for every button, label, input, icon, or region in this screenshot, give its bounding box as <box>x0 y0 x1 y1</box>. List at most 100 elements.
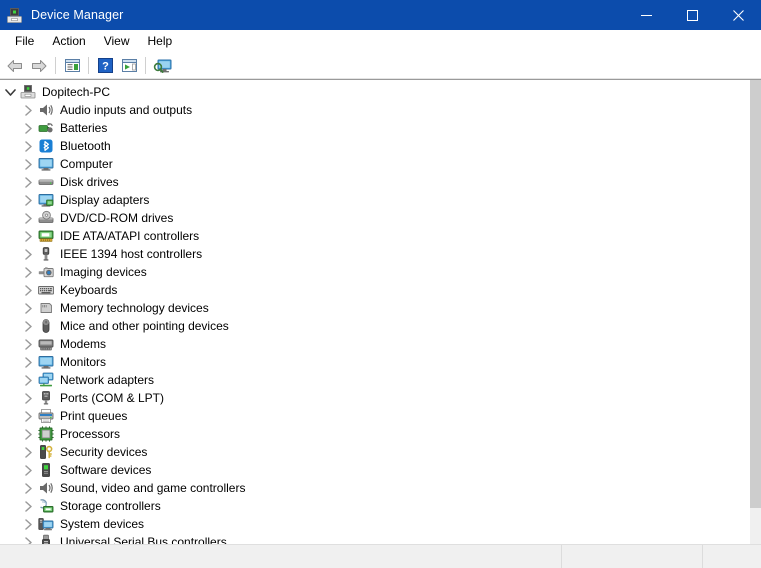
menu-file[interactable]: File <box>6 31 43 52</box>
chevron-right-icon[interactable] <box>20 444 36 460</box>
tree-node-label: Bluetooth <box>60 139 111 153</box>
tree-node[interactable]: IDE ATA/ATAPI controllers <box>0 227 743 245</box>
tree-node[interactable]: Processors <box>0 425 743 443</box>
tree-node-label: Universal Serial Bus controllers <box>60 535 227 544</box>
device-tree[interactable]: Dopitech-PC Audio inputs and outputs Batte… <box>0 80 743 544</box>
forward-arrow-icon <box>30 58 48 74</box>
device-manager-icon <box>6 7 23 24</box>
chevron-right-icon[interactable] <box>20 192 36 208</box>
monitor-icon <box>38 354 54 370</box>
firewire-icon <box>38 246 54 262</box>
tree-node[interactable]: Universal Serial Bus controllers <box>0 533 743 544</box>
tree-node[interactable]: System devices <box>0 515 743 533</box>
chevron-right-icon[interactable] <box>20 480 36 496</box>
printer-icon <box>38 408 54 424</box>
menu-action[interactable]: Action <box>43 31 94 52</box>
title-bar: Device Manager <box>0 0 761 30</box>
maximize-button[interactable] <box>669 0 715 30</box>
tree-node[interactable]: Memory technology devices <box>0 299 743 317</box>
chevron-right-icon[interactable] <box>20 228 36 244</box>
tree-node[interactable]: Computer <box>0 155 743 173</box>
svg-text:?: ? <box>102 61 109 73</box>
toolbar-properties-button[interactable] <box>60 55 84 77</box>
tree-node[interactable]: Security devices <box>0 443 743 461</box>
tree-node[interactable]: Software devices <box>0 461 743 479</box>
tree-node[interactable]: Modems <box>0 335 743 353</box>
tree-node-label: Mice and other pointing devices <box>60 319 229 333</box>
tree-node[interactable]: Batteries <box>0 119 743 137</box>
tree-vertical-scrollbar[interactable] <box>743 80 761 544</box>
chevron-right-icon[interactable] <box>20 174 36 190</box>
properties-icon <box>64 58 81 73</box>
chevron-right-icon[interactable] <box>20 516 36 532</box>
chevron-right-icon[interactable] <box>20 354 36 370</box>
tree-node[interactable]: Display adapters <box>0 191 743 209</box>
toolbar-separator <box>55 57 56 74</box>
chevron-right-icon[interactable] <box>20 390 36 406</box>
battery-icon <box>38 120 54 136</box>
chevron-right-icon[interactable] <box>20 462 36 478</box>
tree-node-label: IDE ATA/ATAPI controllers <box>60 229 200 243</box>
tree-node[interactable]: Print queues <box>0 407 743 425</box>
tree-node[interactable]: Bluetooth <box>0 137 743 155</box>
tree-node-label: Ports (COM & LPT) <box>60 391 165 405</box>
chevron-right-icon[interactable] <box>20 156 36 172</box>
toolbar-back-button[interactable] <box>3 55 27 77</box>
toolbar-scan-hardware-button[interactable] <box>150 55 174 77</box>
minimize-button[interactable] <box>623 0 669 30</box>
tree-node[interactable]: Audio inputs and outputs <box>0 101 743 119</box>
menu-bar: File Action View Help <box>0 30 761 53</box>
chevron-right-icon[interactable] <box>20 246 36 262</box>
tree-node-label: Imaging devices <box>60 265 147 279</box>
menu-help[interactable]: Help <box>139 31 182 52</box>
tree-node[interactable]: Keyboards <box>0 281 743 299</box>
chevron-right-icon[interactable] <box>20 372 36 388</box>
tree-node-label: DVD/CD-ROM drives <box>60 211 174 225</box>
chevron-right-icon[interactable] <box>20 318 36 334</box>
toolbar-help-button[interactable]: ? <box>93 55 117 77</box>
chevron-right-icon[interactable] <box>20 300 36 316</box>
chevron-right-icon[interactable] <box>20 102 36 118</box>
tree-node-label: Keyboards <box>60 283 118 297</box>
tree-node[interactable]: Disk drives <box>0 173 743 191</box>
chevron-right-icon[interactable] <box>20 534 36 544</box>
chevron-right-icon[interactable] <box>20 264 36 280</box>
menu-view[interactable]: View <box>95 31 139 52</box>
tree-node[interactable]: Imaging devices <box>0 263 743 281</box>
chevron-right-icon[interactable] <box>20 336 36 352</box>
close-button[interactable] <box>715 0 761 30</box>
tree-node[interactable]: Monitors <box>0 353 743 371</box>
chevron-down-icon[interactable] <box>2 84 18 100</box>
usb-icon <box>38 534 54 544</box>
tree-node[interactable]: Sound, video and game controllers <box>0 479 743 497</box>
tree-node[interactable]: Mice and other pointing devices <box>0 317 743 335</box>
ide-controller-icon <box>38 228 54 244</box>
tree-node-label: Print queues <box>60 409 128 423</box>
chevron-right-icon[interactable] <box>20 408 36 424</box>
tree-root-node[interactable]: Dopitech-PC <box>0 83 743 101</box>
tree-node-label: Processors <box>60 427 121 441</box>
device-manager-window: Device Manager File Action View Help ? D… <box>0 0 761 568</box>
tree-node[interactable]: Storage controllers <box>0 497 743 515</box>
scrollbar-thumb[interactable] <box>750 80 761 508</box>
toolbar-forward-button[interactable] <box>27 55 51 77</box>
tree-node[interactable]: IEEE 1394 host controllers <box>0 245 743 263</box>
security-key-icon <box>38 444 54 460</box>
chevron-right-icon[interactable] <box>20 498 36 514</box>
toolbar-update-driver-button[interactable] <box>117 55 141 77</box>
chevron-right-icon[interactable] <box>20 426 36 442</box>
status-pane-main <box>0 545 561 568</box>
tree-node-label: IEEE 1394 host controllers <box>60 247 203 261</box>
tree-node-label: Memory technology devices <box>60 301 209 315</box>
chevron-right-icon[interactable] <box>20 210 36 226</box>
modem-icon <box>38 336 54 352</box>
update-driver-icon <box>121 58 138 73</box>
tree-node-label: Audio inputs and outputs <box>60 103 193 117</box>
tree-node[interactable]: Network adapters <box>0 371 743 389</box>
chevron-right-icon[interactable] <box>20 120 36 136</box>
toolbar-separator <box>88 57 89 74</box>
tree-node[interactable]: Ports (COM & LPT) <box>0 389 743 407</box>
chevron-right-icon[interactable] <box>20 282 36 298</box>
tree-node[interactable]: DVD/CD-ROM drives <box>0 209 743 227</box>
chevron-right-icon[interactable] <box>20 138 36 154</box>
